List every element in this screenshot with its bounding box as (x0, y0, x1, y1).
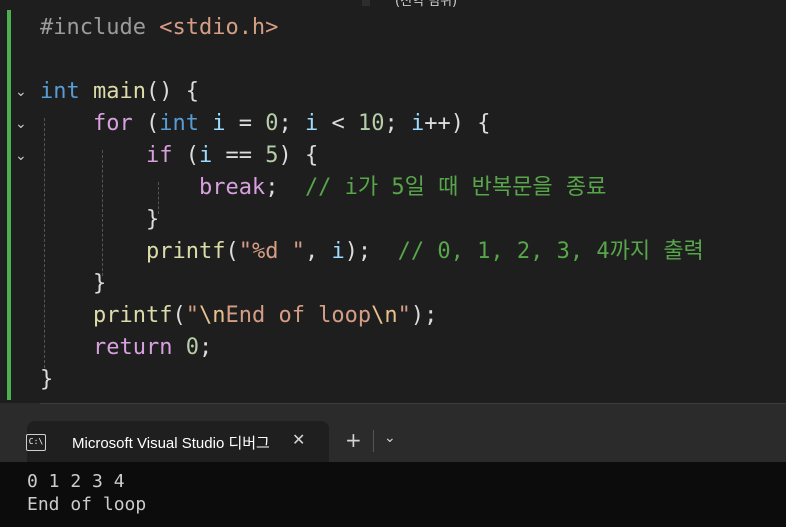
dropdown-chevron-icon[interactable]: ⌄ (384, 430, 396, 446)
panel-separator (0, 403, 786, 411)
close-tab-icon[interactable]: ✕ (292, 430, 305, 449)
scope-dropdown-text[interactable]: (전역 범위) (395, 0, 457, 9)
top-strip: (전역 범위) (0, 0, 786, 10)
console-output-area[interactable]: 0 1 2 3 4 End of loop (0, 462, 786, 527)
code-line-10: printf("\nEnd of loop\n"); (92, 303, 438, 328)
top-tab-fragment[interactable] (362, 0, 370, 6)
tab-bar-edge (0, 411, 15, 462)
code-line-3: int main() { (40, 79, 199, 104)
code-line-6: break; // i가 5일 때 반복문을 종료 (198, 175, 607, 200)
tab-divider (373, 430, 374, 452)
console-app-icon: C:\ (26, 434, 46, 451)
code-line-1: #include <stdio.h> (40, 15, 279, 40)
fold-chevron-if-icon[interactable]: ⌄ (15, 148, 27, 164)
code-line-12: } (40, 367, 54, 392)
new-tab-button[interactable]: + (345, 428, 362, 452)
fold-chevron-for-icon[interactable]: ⌄ (15, 116, 27, 132)
code-line-9: } (92, 271, 107, 296)
change-indicator-bar (7, 10, 11, 400)
panel-separator-edge (40, 403, 786, 404)
code-line-5: if (i == 5) { (145, 143, 319, 168)
console-output-line: 0 1 2 3 4 (27, 471, 125, 492)
code-line-8: printf("%d ", i); // 0, 1, 2, 3, 4까지 출력 (145, 239, 704, 264)
code-line-4: for (int i = 0; i < 10; i++) { (92, 111, 491, 136)
code-line-7: } (145, 207, 160, 232)
console-tab-title[interactable]: Microsoft Visual Studio 디버그 (72, 432, 270, 453)
code-editor[interactable]: ⌄ ⌄ ⌄ #include <stdio.h> int main() { fo… (0, 10, 786, 403)
fold-chevron-main-icon[interactable]: ⌄ (15, 84, 27, 100)
console-output-line: End of loop (27, 494, 147, 515)
code-line-11: return 0; (92, 335, 213, 360)
